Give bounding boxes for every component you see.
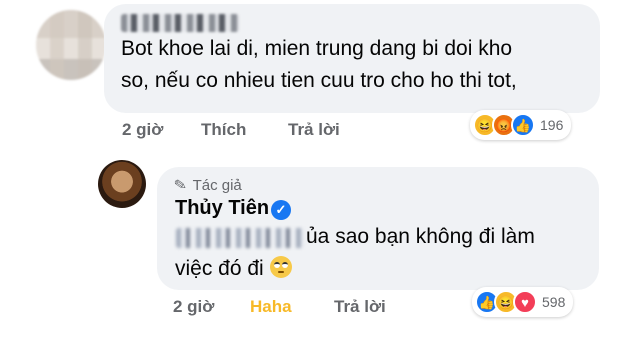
reply-button[interactable]: Trả lời <box>288 120 340 140</box>
reply-text-line: ủa sao bạn không đi làm <box>306 225 535 248</box>
commenter-avatar[interactable] <box>36 10 106 80</box>
reaction-count: 196 <box>540 117 564 133</box>
blurred-mention[interactable] <box>176 228 304 248</box>
comment-timestamp[interactable]: 2 giờ <box>122 120 163 140</box>
rolling-eyes-emoji-icon <box>269 256 292 278</box>
like-icon: 👍 <box>511 113 535 137</box>
author-badge: ✎ Tác giả <box>172 176 242 195</box>
verified-badge-icon: ✓ <box>271 200 291 220</box>
reply-text-line-2: việc đó đi <box>175 257 264 280</box>
reaction-summary[interactable]: 😆 😡 👍 196 <box>470 110 572 140</box>
love-icon: ♥ <box>513 290 537 314</box>
comment-text-line: so, nếu co nhieu tien cuu tro cho ho thi… <box>121 69 517 92</box>
reaction-count: 598 <box>542 294 566 310</box>
reply-button[interactable]: Trả lời <box>334 297 386 317</box>
reply-text-line: việc đó đi <box>175 253 292 285</box>
author-badge-label: Tác giả <box>192 176 242 194</box>
blurred-commenter-name[interactable] <box>121 14 239 32</box>
reply-timestamp[interactable]: 2 giờ <box>173 297 214 317</box>
like-button[interactable]: Thích <box>201 120 246 140</box>
author-name[interactable]: Thủy Tiên <box>175 197 269 220</box>
pencil-icon: ✎ <box>172 176 189 195</box>
haha-reaction-button[interactable]: Haha <box>250 297 292 317</box>
reaction-summary[interactable]: 👍 😆 ♥ 598 <box>472 287 574 317</box>
author-avatar[interactable] <box>98 160 146 208</box>
comment-text-line: Bot khoe lai di, mien trung dang bi doi … <box>121 37 513 60</box>
